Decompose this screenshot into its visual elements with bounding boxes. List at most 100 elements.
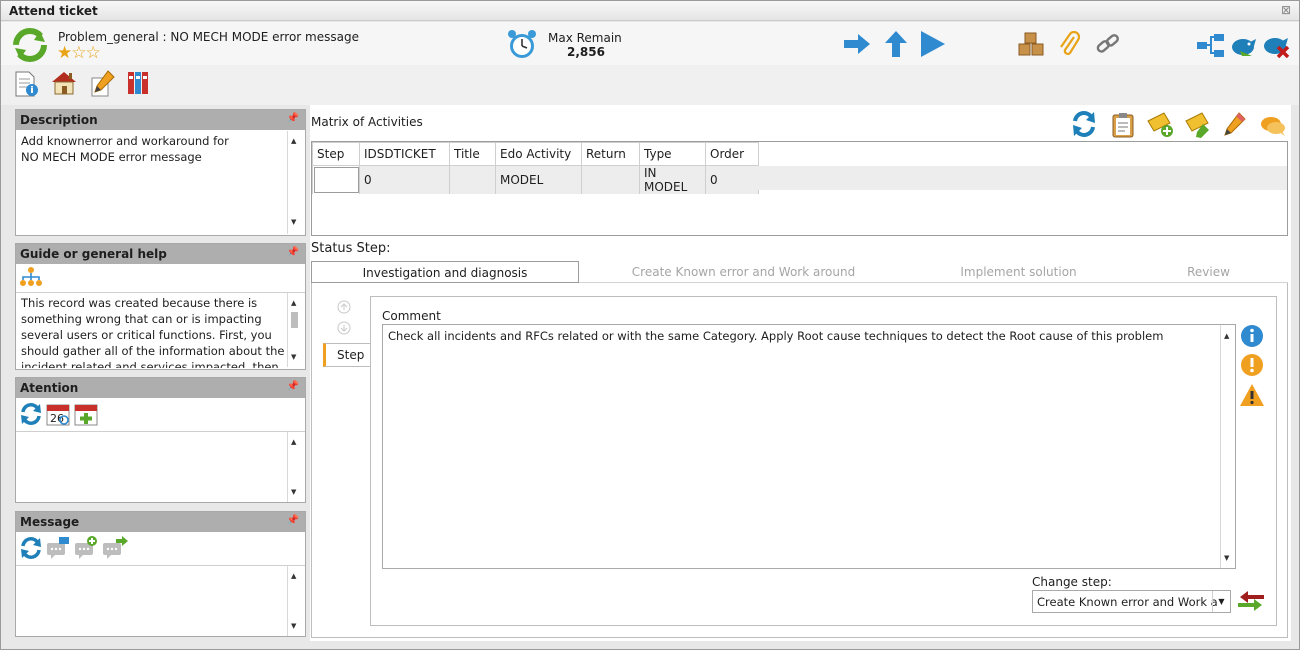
calendar-icon[interactable]: 26 bbox=[46, 402, 70, 426]
paperclip-icon[interactable] bbox=[1058, 31, 1080, 57]
alarm-clock-icon bbox=[508, 30, 536, 58]
hierarchy-icon[interactable] bbox=[1197, 34, 1225, 58]
column-header[interactable]: Edo Activity bbox=[495, 142, 582, 166]
scrollbar[interactable]: ▲ ▼ bbox=[1220, 325, 1234, 568]
scroll-up-icon[interactable]: ▲ bbox=[291, 438, 296, 446]
home-icon[interactable] bbox=[51, 70, 77, 96]
change-step-value: Create Known error and Work a bbox=[1037, 595, 1218, 609]
scrollbar[interactable]: ▲ ▼ bbox=[287, 293, 301, 367]
scroll-down-icon[interactable]: ▼ bbox=[291, 353, 296, 361]
clipboard-icon[interactable] bbox=[1112, 112, 1134, 138]
table-cell[interactable]: IN MODEL bbox=[639, 165, 706, 194]
org-chart-icon[interactable] bbox=[20, 267, 42, 287]
pin-icon[interactable]: 📌 bbox=[287, 113, 299, 124]
column-header[interactable]: Step bbox=[312, 142, 360, 166]
panel-header: Message 📌 bbox=[16, 512, 305, 532]
divider bbox=[16, 431, 305, 432]
scroll-down-icon[interactable]: ▼ bbox=[291, 218, 296, 226]
scrollbar[interactable]: ▲ ▼ bbox=[287, 131, 301, 234]
close-bird-icon[interactable] bbox=[1263, 34, 1291, 58]
activities-grid[interactable]: Step IDSDTICKET Title Edo Activity Retur… bbox=[311, 141, 1288, 236]
scroll-down-icon[interactable]: ▼ bbox=[1224, 554, 1229, 562]
pin-icon[interactable]: 📌 bbox=[287, 247, 299, 258]
boxes-icon[interactable] bbox=[1018, 32, 1044, 56]
message-forward-icon[interactable] bbox=[102, 536, 128, 560]
refresh-icon[interactable] bbox=[20, 403, 42, 425]
table-cell[interactable]: 0 bbox=[359, 165, 450, 194]
max-remain-value: 2,856 bbox=[567, 45, 605, 59]
column-header[interactable]: IDSDTICKET bbox=[359, 142, 450, 166]
star-icon[interactable]: ☆ bbox=[71, 43, 86, 63]
link-icon[interactable] bbox=[1095, 32, 1121, 56]
panel-title: Description bbox=[20, 113, 98, 127]
refresh-icon[interactable] bbox=[13, 28, 47, 62]
panel-title: Guide or general help bbox=[20, 247, 167, 261]
edit-icon[interactable] bbox=[90, 70, 116, 98]
guide-panel: Guide or general help 📌 This record was … bbox=[15, 243, 306, 370]
arrow-up-icon[interactable] bbox=[885, 31, 907, 57]
refresh-icon[interactable] bbox=[1072, 111, 1096, 137]
comment-text[interactable]: Check all incidents and RFCs related or … bbox=[388, 329, 1213, 344]
table-cell[interactable] bbox=[312, 165, 360, 194]
scroll-up-icon[interactable]: ▲ bbox=[291, 299, 296, 307]
exclamation-icon[interactable] bbox=[1240, 353, 1264, 377]
scroll-down-icon[interactable]: ▼ bbox=[291, 488, 296, 496]
message-icon[interactable] bbox=[46, 536, 70, 560]
calendar-add-icon[interactable] bbox=[74, 402, 98, 426]
arrow-circle-down-icon[interactable] bbox=[337, 321, 351, 335]
table-cell[interactable] bbox=[581, 165, 640, 194]
scroll-down-icon[interactable]: ▼ bbox=[291, 622, 296, 630]
scrollbar[interactable]: ▲ ▼ bbox=[287, 566, 301, 636]
message-add-icon[interactable] bbox=[74, 536, 98, 560]
activities-table: Step IDSDTICKET Title Edo Activity Retur… bbox=[312, 142, 759, 194]
bird-icon[interactable] bbox=[1230, 34, 1256, 58]
scroll-up-icon[interactable]: ▲ bbox=[291, 137, 296, 145]
scrollbar[interactable]: ▲ ▼ bbox=[287, 432, 301, 502]
tab-review[interactable]: Review bbox=[1151, 261, 1266, 283]
binders-icon[interactable] bbox=[127, 70, 153, 96]
table-cell[interactable]: 0 bbox=[705, 165, 759, 194]
pin-icon[interactable]: 📌 bbox=[287, 515, 299, 526]
arrow-right-icon[interactable] bbox=[844, 34, 870, 54]
swap-arrows-icon[interactable] bbox=[1238, 590, 1264, 612]
scroll-thumb[interactable] bbox=[291, 312, 298, 328]
ticket-header: Problem_general : NO MECH MODE error mes… bbox=[1, 22, 1299, 65]
arrow-circle-up-icon[interactable] bbox=[337, 300, 351, 314]
attend-ticket-window: Attend ticket ⊠ Problem_general : NO MEC… bbox=[0, 0, 1300, 650]
table-cell[interactable]: MODEL bbox=[495, 165, 582, 194]
change-step-select[interactable]: Create Known error and Work a ▼ bbox=[1032, 590, 1231, 613]
info-icon[interactable] bbox=[1240, 324, 1264, 348]
column-header[interactable]: Return bbox=[581, 142, 640, 166]
scroll-up-icon[interactable]: ▲ bbox=[1224, 332, 1229, 340]
star-icon[interactable]: ★ bbox=[57, 43, 72, 63]
warning-icon[interactable] bbox=[1239, 383, 1265, 407]
tab-implement[interactable]: Implement solution bbox=[921, 261, 1116, 283]
pin-icon[interactable]: 📌 bbox=[287, 381, 299, 392]
play-icon[interactable] bbox=[921, 31, 945, 57]
ticket-add-icon[interactable] bbox=[1147, 112, 1175, 138]
ticket-edit-icon[interactable] bbox=[1185, 112, 1213, 138]
table-cell[interactable] bbox=[449, 165, 496, 194]
column-header[interactable]: Order bbox=[705, 142, 759, 166]
side-tab-step[interactable]: Step bbox=[323, 343, 371, 367]
scroll-up-icon[interactable]: ▲ bbox=[291, 572, 296, 580]
star-icon[interactable]: ☆ bbox=[86, 43, 101, 63]
chat-icon[interactable] bbox=[1260, 115, 1286, 137]
table-row[interactable]: 0 MODEL IN MODEL 0 bbox=[312, 165, 759, 194]
rating-stars[interactable]: ★☆☆ bbox=[57, 43, 101, 63]
comment-textarea[interactable]: Check all incidents and RFCs related or … bbox=[382, 324, 1236, 569]
step-area: Step Comment Check all incidents and RFC… bbox=[311, 283, 1288, 638]
chevron-down-icon[interactable]: ▼ bbox=[1212, 591, 1230, 612]
tab-known-error[interactable]: Create Known error and Work around bbox=[601, 261, 886, 283]
pencil-icon[interactable] bbox=[1224, 112, 1246, 138]
message-panel: Message 📌 ▲ ▼ bbox=[15, 511, 306, 637]
column-header[interactable]: Title bbox=[449, 142, 496, 166]
document-info-icon[interactable] bbox=[15, 71, 39, 97]
attention-panel: Atention 📌 26 ▲ ▼ bbox=[15, 377, 306, 503]
refresh-icon[interactable] bbox=[20, 537, 42, 559]
close-icon[interactable]: ⊠ bbox=[1281, 3, 1291, 17]
guide-text: This record was created because there is… bbox=[21, 296, 285, 368]
tab-investigation[interactable]: Investigation and diagnosis bbox=[311, 261, 579, 283]
column-header[interactable]: Type bbox=[639, 142, 706, 166]
panel-header: Atention 📌 bbox=[16, 378, 305, 398]
